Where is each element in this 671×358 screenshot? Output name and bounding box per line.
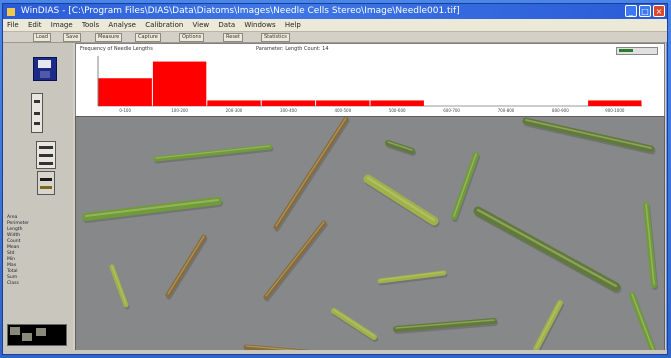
- needle-cell-highlight: [366, 176, 436, 222]
- desktop-background: WinDIAS - [C:\Program Files\DIAS\Data\Di…: [0, 0, 671, 358]
- needle-cell-highlight: [333, 309, 375, 337]
- histogram-bar: [370, 100, 424, 106]
- measurement-stats: Area Perimeter Length Width Count Mean S…: [7, 215, 43, 287]
- histogram-bar: [98, 78, 152, 106]
- histogram-chart: 0-100 100-200 200-300 300-400 400-500 500-600…: [97, 56, 642, 113]
- needle-cell: [522, 117, 655, 153]
- menu-image[interactable]: Image: [51, 21, 73, 29]
- left-tool-panel: Area Perimeter Length Width Count Mean S…: [3, 43, 73, 354]
- toolbar: Load Save Measure Capture Options Reset …: [3, 32, 667, 43]
- app-icon: [7, 7, 15, 16]
- capture-button[interactable]: Capture: [135, 33, 161, 42]
- app-window: WinDIAS - [C:\Program Files\DIAS\Data\Di…: [2, 3, 668, 355]
- menu-tools[interactable]: Tools: [82, 21, 99, 29]
- filter-tool-icon[interactable]: [37, 171, 55, 195]
- measure-tool-icon[interactable]: [36, 141, 56, 169]
- x-tick-label: 600-700: [443, 108, 460, 113]
- menu-data[interactable]: Data: [218, 21, 235, 29]
- menu-help[interactable]: Help: [285, 21, 301, 29]
- x-tick-label: 0-100: [119, 108, 131, 113]
- menu-calibration[interactable]: Calibration: [145, 21, 183, 29]
- histogram-panel: Frequency of Needle Lengths Parameter: L…: [75, 43, 665, 117]
- histogram-bar: [152, 61, 207, 106]
- load-button[interactable]: Load: [33, 33, 51, 42]
- close-button[interactable]: ×: [653, 5, 665, 17]
- needle-cell: [385, 140, 415, 154]
- title-bar[interactable]: WinDIAS - [C:\Program Files\DIAS\Data\Di…: [3, 4, 667, 19]
- menu-windows[interactable]: Windows: [244, 21, 275, 29]
- histogram-bar: [207, 100, 261, 106]
- x-tick-label: 400-500: [334, 108, 351, 113]
- microscope-image[interactable]: [75, 116, 665, 354]
- x-tick-label: 300-400: [280, 108, 297, 113]
- needle-cell-highlight: [275, 117, 347, 227]
- reset-button[interactable]: Reset: [223, 33, 243, 42]
- needle-cell-highlight: [631, 293, 655, 353]
- options-button[interactable]: Options: [179, 33, 205, 42]
- menu-bar: File Edit Image Tools Analyse Calibratio…: [3, 19, 667, 32]
- histogram-bar: [261, 100, 316, 106]
- select-tool-icon[interactable]: [31, 93, 43, 133]
- maximize-button[interactable]: □: [639, 5, 651, 17]
- menu-analyse[interactable]: Analyse: [108, 21, 136, 29]
- needle-cell-highlight: [453, 153, 477, 217]
- x-tick-label: 200-300: [226, 108, 243, 113]
- menu-edit[interactable]: Edit: [28, 21, 42, 29]
- menu-view[interactable]: View: [193, 21, 210, 29]
- floppy-disk-icon[interactable]: [33, 57, 57, 81]
- needle-cell: [331, 308, 377, 340]
- minimize-button[interactable]: _: [625, 5, 637, 17]
- stat-line: Class: [7, 281, 19, 286]
- measure-button[interactable]: Measure: [95, 33, 123, 42]
- status-bar: [3, 350, 667, 354]
- needle-cell-highlight: [111, 265, 127, 305]
- needle-cell-highlight: [167, 235, 205, 295]
- needle-cell: [393, 318, 497, 332]
- needle-cell-highlight: [265, 221, 325, 297]
- x-tick-label: 800-900: [552, 108, 569, 113]
- needle-cell-highlight: [476, 208, 618, 288]
- needle-cell-highlight: [535, 301, 561, 349]
- needle-cell-highlight: [525, 119, 652, 149]
- x-tick-label: 100-200: [171, 108, 188, 113]
- x-tick-label: 900-1000: [605, 108, 625, 113]
- x-tick-label: 500-600: [389, 108, 406, 113]
- menu-file[interactable]: File: [7, 21, 19, 29]
- window-title: WinDIAS - [C:\Program Files\DIAS\Data\Di…: [20, 6, 460, 16]
- save-button[interactable]: Save: [63, 33, 82, 42]
- statistics-button[interactable]: Statistics: [261, 33, 290, 42]
- x-tick-label: 700-800: [498, 108, 515, 113]
- histogram-bar: [588, 100, 642, 106]
- needle-cells-image: [82, 117, 658, 354]
- histogram-bar: [316, 100, 370, 106]
- thumbnail-preview[interactable]: [7, 324, 67, 346]
